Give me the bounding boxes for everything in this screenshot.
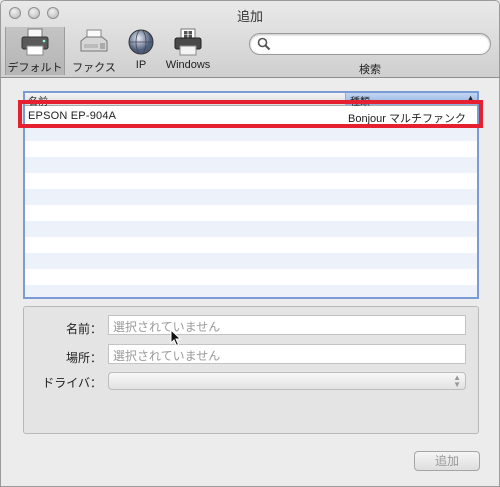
toolbar-default[interactable]: デフォルト xyxy=(5,27,65,75)
add-printer-window: 追加 デフォルト ファクス IP Windows 検索 名前 種類 ▲ EPSO… xyxy=(0,0,500,487)
list-stripe xyxy=(25,157,477,173)
column-header-kind-label: 種類 xyxy=(350,97,370,108)
fax-icon xyxy=(80,29,108,52)
column-header-name[interactable]: 名前 xyxy=(28,93,48,108)
search-label: 検索 xyxy=(359,64,381,76)
driver-select[interactable]: ▲ ▼ xyxy=(108,372,466,390)
list-header: 名前 種類 ▲ xyxy=(25,93,477,108)
list-stripe xyxy=(25,221,477,237)
search-field[interactable] xyxy=(249,33,491,55)
list-stripe xyxy=(25,285,477,297)
printer-list[interactable]: 名前 種類 ▲ EPSON EP-904A Bonjour マルチファンク xyxy=(23,91,479,299)
name-field[interactable]: 選択されていません xyxy=(108,315,466,335)
table-row[interactable]: EPSON EP-904A Bonjour マルチファンク xyxy=(25,108,477,125)
printer-kind: Bonjour マルチファンク xyxy=(348,113,466,125)
list-stripe xyxy=(25,189,477,205)
stepper-arrows-icon: ▲ ▼ xyxy=(453,373,461,389)
toolbar-default-label: デフォルト xyxy=(7,62,63,74)
mouse-cursor-icon xyxy=(170,329,182,347)
default-printer-icon xyxy=(21,28,49,56)
name-label: 名前： xyxy=(65,322,102,336)
window-title: 追加 xyxy=(236,9,263,24)
list-stripe xyxy=(25,125,477,141)
sort-arrow-icon: ▲ xyxy=(466,93,475,103)
search-icon xyxy=(257,37,271,51)
list-stripe xyxy=(25,253,477,269)
toolbar-windows-label: Windows xyxy=(165,59,211,71)
printer-name: EPSON EP-904A xyxy=(28,110,117,122)
title-toolbar: 追加 デフォルト ファクス IP Windows 検索 xyxy=(1,1,499,78)
details-panel: 名前： 選択されていません 場所： 選択されていません ドライバ： ▲ ▼ xyxy=(23,306,479,434)
driver-label: ドライバ： xyxy=(42,376,102,390)
add-button[interactable]: 追加 xyxy=(414,451,480,471)
windows-printer-icon xyxy=(174,28,202,56)
column-header-kind[interactable]: 種類 ▲ xyxy=(345,93,477,108)
location-field[interactable]: 選択されていません xyxy=(108,344,466,364)
toolbar-windows[interactable]: Windows xyxy=(158,27,218,75)
location-label: 場所： xyxy=(65,351,102,365)
ip-globe-icon xyxy=(128,29,154,55)
